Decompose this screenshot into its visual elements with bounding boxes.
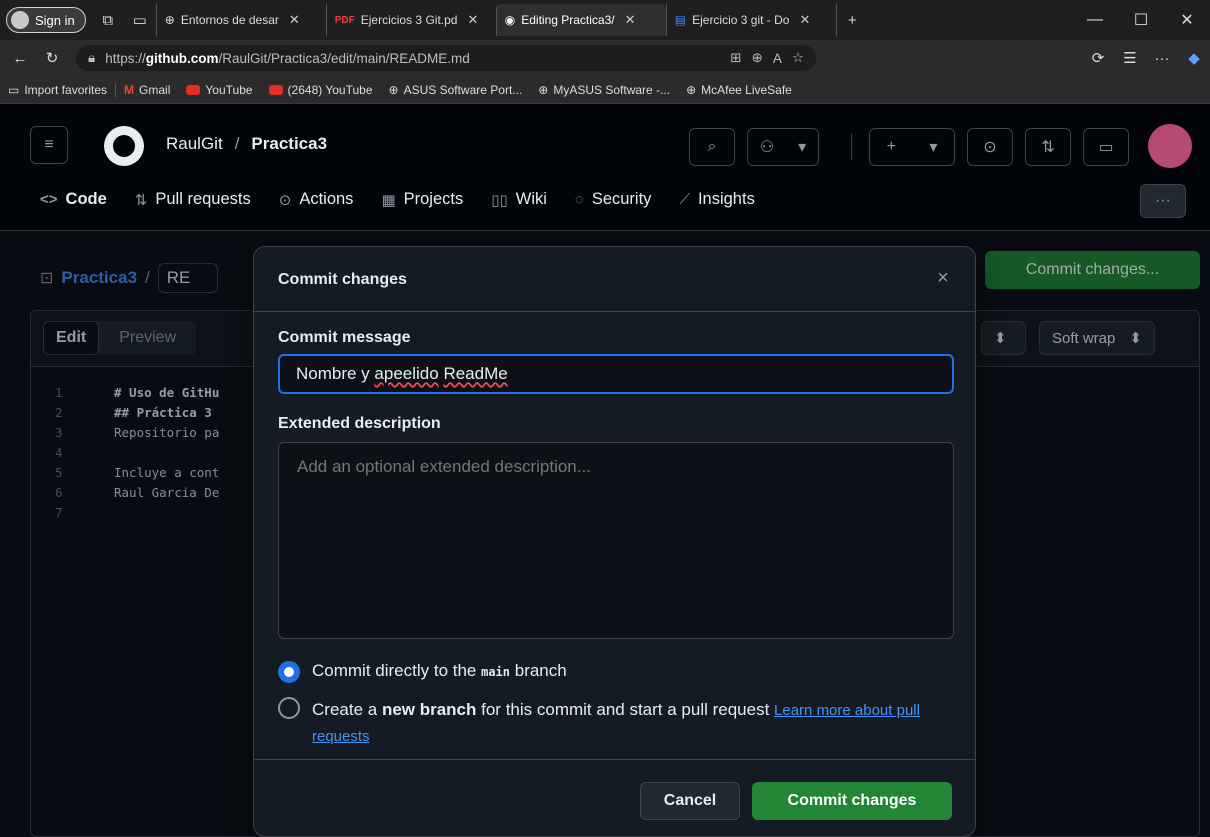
close-tab-icon[interactable]: ✕ <box>289 12 300 28</box>
repo-link[interactable]: Practica3 <box>251 134 327 154</box>
close-tab-icon[interactable]: ✕ <box>625 12 636 28</box>
create-new-button[interactable]: + ▾ <box>869 128 955 166</box>
plus-icon: + <box>886 138 896 155</box>
profile-avatar-icon <box>11 11 29 29</box>
copilot-icon: ⚇ <box>759 139 775 156</box>
commit-message-label: Commit message <box>278 329 411 346</box>
refresh-icon[interactable]: ↻ <box>36 42 68 74</box>
fav-myasus[interactable]: ⊕ MyASUS Software -... <box>530 83 678 97</box>
inbox-icon[interactable]: ▭ <box>1083 128 1129 166</box>
code-icon: <> <box>40 191 58 208</box>
commit-changes-dialog: Commit changes × Commit message Nombre y… <box>253 246 976 837</box>
tab-security[interactable]: ◌ Security <box>575 190 652 209</box>
issues-icon[interactable]: ⊙ <box>967 128 1013 166</box>
globe-icon: ⊕ <box>686 82 697 97</box>
copilot-button[interactable]: ⚇ ▾ <box>747 128 819 166</box>
book-icon: ▯▯ <box>491 191 508 209</box>
tab-projects[interactable]: ▦ Projects <box>381 190 463 209</box>
sign-in-button[interactable]: Sign in <box>6 7 86 33</box>
url-field[interactable]: 🔒︎ https://github.com/RaulGit/Practica3/… <box>76 45 816 71</box>
globe-icon: ⊕ <box>164 13 175 27</box>
tab-insights[interactable]: ⟋ Insights <box>679 190 754 209</box>
pdf-icon: PDF <box>334 14 355 26</box>
pull-request-icon: ⇅ <box>134 191 148 209</box>
fav-youtube-2648[interactable]: (2648) YouTube <box>261 83 381 97</box>
shield-icon: ◌ <box>574 191 584 208</box>
new-tab-icon[interactable]: + <box>835 4 868 36</box>
table-icon: ▦ <box>381 191 396 209</box>
graph-icon: ⟋ <box>679 191 690 208</box>
close-tab-icon[interactable]: ✕ <box>467 12 478 28</box>
dialog-title: Commit changes <box>278 271 407 288</box>
repo-title: RaulGit / Practica3 <box>166 134 328 154</box>
tab-entornos[interactable]: ⊕ Entornos de desar ✕ <box>155 4 326 36</box>
gmail-icon: M <box>124 82 135 97</box>
more-nav-button[interactable]: ··· <box>1140 184 1186 218</box>
copilot-icon[interactable]: ◆ <box>1178 42 1210 74</box>
fav-gmail[interactable]: M Gmail <box>115 82 178 97</box>
radio-unselected-icon[interactable] <box>278 697 300 719</box>
tab-wiki[interactable]: ▯▯ Wiki <box>491 190 547 209</box>
favorites-bar: ▭ Import favorites M Gmail YouTube (2648) … <box>0 76 1210 104</box>
tab-ejercicio-doc[interactable]: ▤ Ejercicio 3 git - Do ✕ <box>665 4 836 36</box>
github-logo-icon[interactable] <box>104 126 144 166</box>
divider <box>254 311 975 312</box>
maximize-icon[interactable]: ☐ <box>1118 0 1164 40</box>
zoom-icon[interactable]: ⊕ <box>752 50 763 66</box>
favorite-star-icon[interactable]: ☆ <box>792 50 804 66</box>
youtube-icon <box>186 84 201 95</box>
youtube-icon <box>268 84 283 95</box>
extended-description-textarea[interactable] <box>278 442 954 639</box>
tab-ejercicios-pdf[interactable]: PDF Ejercicios 3 Git.pd ✕ <box>325 4 496 36</box>
tab-pull-requests[interactable]: ⇅ Pull requests <box>135 190 251 209</box>
tab-editing-practica3[interactable]: ◉ Editing Practica3/ ✕ <box>495 4 666 36</box>
back-icon[interactable]: ← <box>4 42 36 74</box>
workspaces-icon[interactable]: ⧉ <box>92 4 124 36</box>
chevron-down-icon: ▾ <box>798 139 807 156</box>
fav-mcafee[interactable]: ⊕ McAfee LiveSafe <box>678 83 800 97</box>
commit-directly-option[interactable]: Commit directly to the main branch <box>278 661 567 683</box>
pull-requests-icon[interactable]: ⇅ <box>1025 128 1071 166</box>
docs-icon: ▤ <box>674 13 687 27</box>
menu-icon[interactable]: ≡ <box>30 126 68 164</box>
github-header: ≡ RaulGit / Practica3 ⌕ ⚇ ▾ + ▾ ⊙ ⇅ ▭ <> Co… <box>0 104 1210 231</box>
minimize-icon[interactable]: — <box>1072 0 1118 40</box>
read-aloud-icon[interactable]: A <box>773 51 782 66</box>
play-icon: ⊙ <box>278 191 292 209</box>
github-icon: ◉ <box>504 13 516 27</box>
radio-selected-icon[interactable] <box>278 661 300 683</box>
tab-code[interactable]: <> Code <box>40 190 107 209</box>
app-available-icon[interactable]: ⊞ <box>730 50 741 66</box>
close-icon[interactable]: × <box>930 265 956 291</box>
new-branch-option[interactable]: Create a new branch for this commit and … <box>278 697 938 749</box>
commit-changes-button[interactable]: Commit changes <box>752 782 952 820</box>
close-tab-icon[interactable]: ✕ <box>799 12 810 28</box>
owner-link[interactable]: RaulGit <box>166 134 223 154</box>
address-bar-row: ← ↻ 🔒︎ https://github.com/RaulGit/Practi… <box>0 40 1210 76</box>
more-menu-icon[interactable]: ··· <box>1146 42 1178 74</box>
extended-description-label: Extended description <box>278 415 441 432</box>
cancel-button[interactable]: Cancel <box>640 782 740 820</box>
commit-message-input[interactable]: Nombre y apeelido ReadMe <box>278 354 954 394</box>
search-icon[interactable]: ⌕ <box>689 128 735 166</box>
tab-actions-icon[interactable]: ▭ <box>124 4 156 36</box>
close-window-icon[interactable]: ✕ <box>1164 0 1210 40</box>
chevron-down-icon: ▾ <box>929 139 938 156</box>
fav-youtube[interactable]: YouTube <box>178 83 260 97</box>
favorites-icon[interactable]: ☰ <box>1114 42 1146 74</box>
fav-asus-software[interactable]: ⊕ ASUS Software Port... <box>381 83 531 97</box>
globe-icon: ⊕ <box>538 82 549 97</box>
folder-icon: ▭ <box>8 82 20 97</box>
extensions-icon[interactable]: ⟳ <box>1082 42 1114 74</box>
lock-icon: 🔒︎ <box>88 50 96 65</box>
avatar[interactable] <box>1148 124 1192 168</box>
browser-tab-bar: Sign in ⧉ ▭ ⊕ Entornos de desar ✕ PDF Ej… <box>0 0 1210 40</box>
fav-import-favorites[interactable]: ▭ Import favorites <box>0 83 115 97</box>
globe-icon: ⊕ <box>388 82 399 97</box>
tab-actions[interactable]: ⊙ Actions <box>279 190 354 209</box>
dialog-footer: Cancel Commit changes <box>254 759 975 836</box>
divider <box>851 134 852 160</box>
repo-nav: <> Code ⇅ Pull requests ⊙ Actions ▦ Projects… <box>40 190 755 209</box>
